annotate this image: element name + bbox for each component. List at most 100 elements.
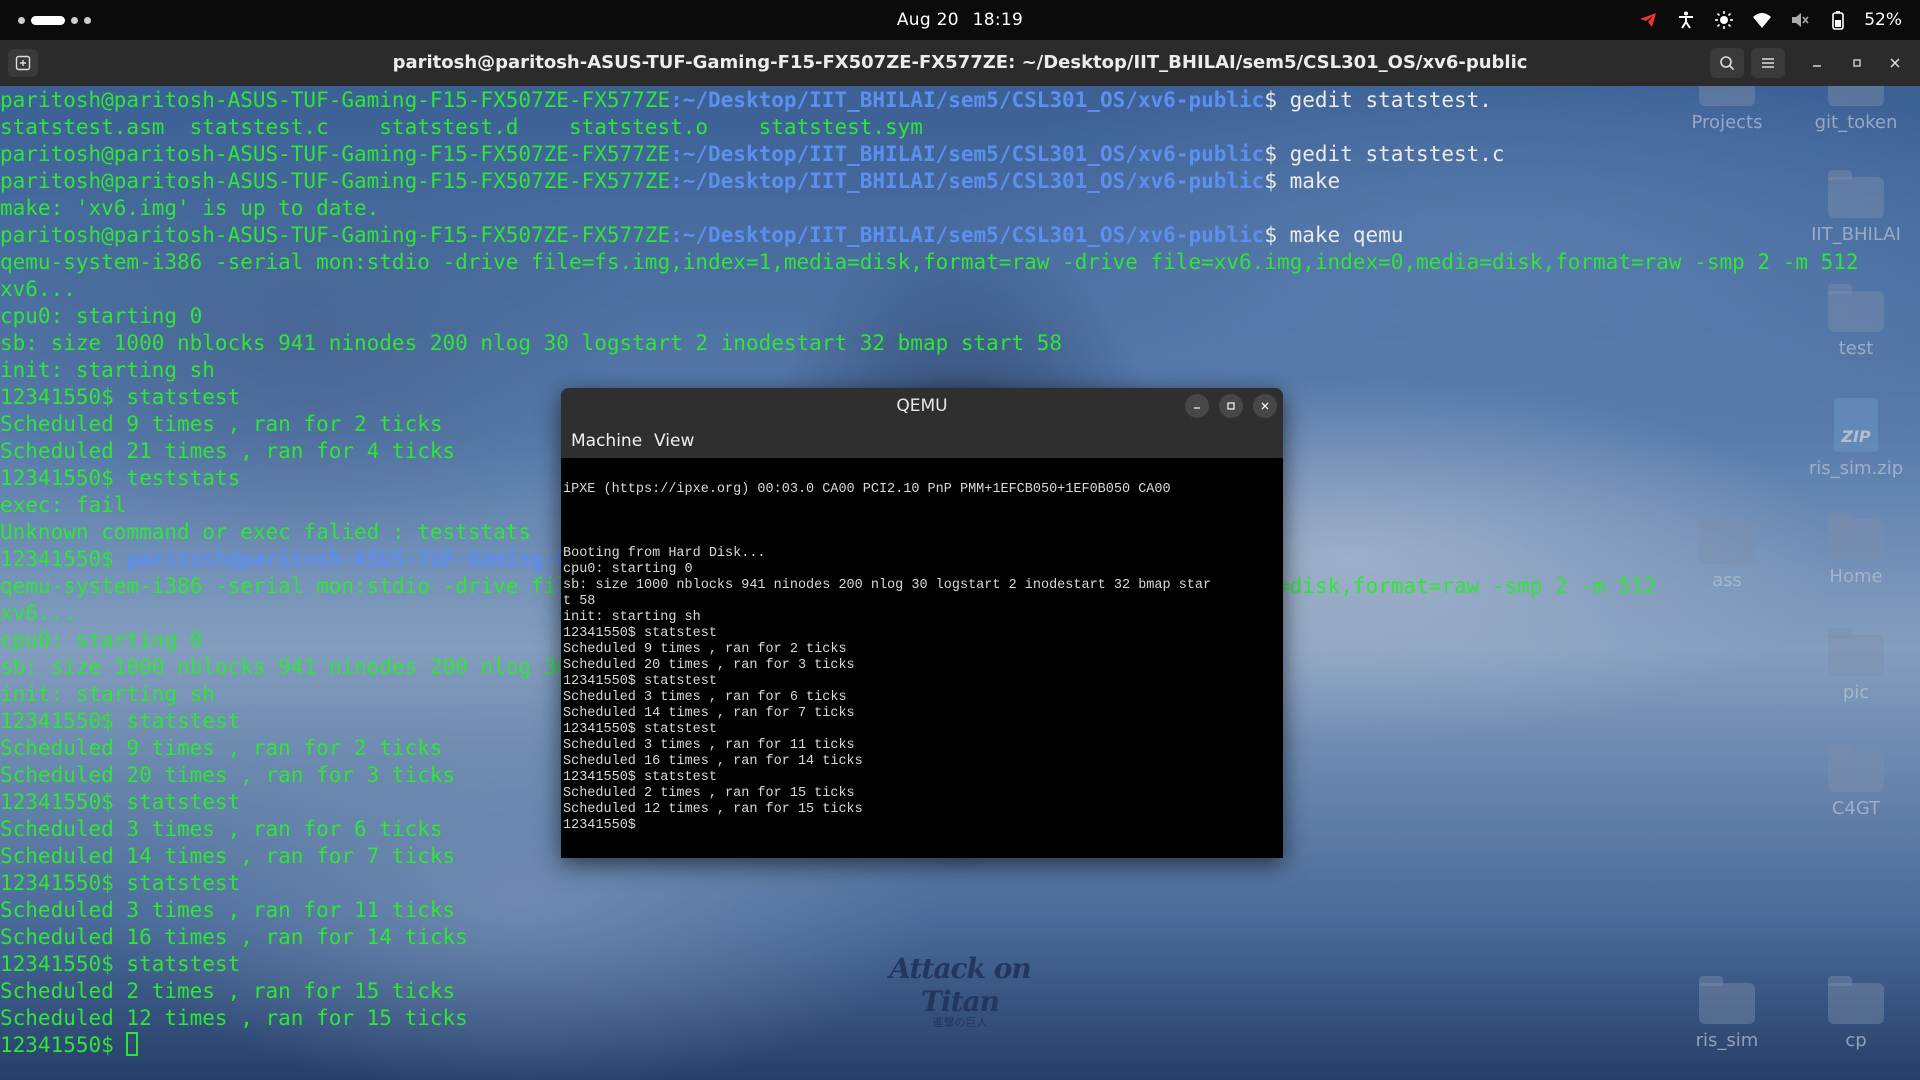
qemu-maximize-button[interactable] <box>1219 394 1243 418</box>
maximize-button[interactable] <box>1846 52 1868 74</box>
qemu-vm-display[interactable]: iPXE (https://ipxe.org) 00:03.0 CA00 PCI… <box>561 458 1283 858</box>
qemu-title-bar[interactable]: QEMU <box>561 388 1283 424</box>
line-text: qemu-system-i386 -serial mon:stdio -driv… <box>0 250 1859 274</box>
qemu-console-line: cpu0: starting 0 <box>563 562 693 577</box>
line-text: sb: size 1000 nblocks 941 ninodes 200 nl… <box>0 331 1063 355</box>
prompt-user: paritosh@paritosh-ASUS-TUF-Gaming-F15-FX… <box>0 88 671 112</box>
terminal-line: xv6... <box>0 276 1859 303</box>
terminal-line: statstest.asm statstest.c statstest.d st… <box>0 114 1859 141</box>
line-text: 12341550$ statstest <box>0 952 241 976</box>
qemu-console-line: sb: size 1000 nblocks 941 ninodes 200 nl… <box>563 578 1212 593</box>
menu-view[interactable]: View <box>654 424 694 458</box>
line-text: Scheduled 12 times , ran for 15 ticks <box>0 1006 468 1030</box>
qemu-title: QEMU <box>896 396 948 416</box>
clock-time: 18:19 <box>972 10 1024 30</box>
prompt-user: paritosh@paritosh-ASUS-TUF-Gaming-F15 <box>126 547 595 571</box>
prompt-command: $ make <box>1264 169 1341 193</box>
line-text: Scheduled 9 times , ran for 2 ticks <box>0 736 443 760</box>
prompt-user: paritosh@paritosh-ASUS-TUF-Gaming-F15-FX… <box>0 142 671 166</box>
volume-muted-icon[interactable] <box>1788 8 1812 32</box>
line-text: Scheduled 20 times , ran for 3 ticks <box>0 763 456 787</box>
minimize-icon <box>1194 407 1200 409</box>
clock-date: Aug 20 <box>896 10 959 30</box>
line-text: Scheduled 16 times , ran for 14 ticks <box>0 925 468 949</box>
line-text: sb: size 1000 nblocks 941 ninodes 200 nl… <box>0 655 569 679</box>
line-text: 12341550$ statstest <box>0 385 241 409</box>
qemu-console-line: Booting from Hard Disk... <box>563 546 766 561</box>
text-cursor[interactable] <box>126 1032 139 1056</box>
minimize-button[interactable] <box>1806 52 1828 74</box>
prompt-path: :~/Desktop/IIT_BHILAI/sem5/CSL301_OS/xv6… <box>670 223 1265 247</box>
clock[interactable]: Aug 20 18:19 <box>0 0 1920 40</box>
telegram-icon[interactable] <box>1636 8 1660 32</box>
input-prompt: 12341550$ <box>0 1033 127 1057</box>
search-icon <box>1720 56 1735 71</box>
terminal-line: make: 'xv6.img' is up to date. <box>0 195 1859 222</box>
line-text: Scheduled 3 times , ran for 6 ticks <box>0 817 443 841</box>
qemu-console-line: Scheduled 2 times , ran for 15 ticks <box>563 786 855 801</box>
close-button[interactable] <box>1884 52 1906 74</box>
qemu-console-line: Scheduled 3 times , ran for 11 ticks <box>563 738 855 753</box>
prompt-command: $ make qemu <box>1264 223 1404 247</box>
qemu-console-line: Scheduled 3 times , ran for 6 ticks <box>563 690 847 705</box>
qemu-console-line: Scheduled 14 times , ran for 7 ticks <box>563 706 855 721</box>
line-text: Unknown command or exec falied : teststa… <box>0 520 532 544</box>
prompt-command: $ gedit statstest.c <box>1264 142 1505 166</box>
line-text: Scheduled 14 times , ran for 7 ticks <box>0 844 456 868</box>
prompt-path: :~/Desktop/IIT_BHILAI/sem5/CSL301_OS/xv6… <box>670 88 1265 112</box>
hamburger-icon <box>1762 58 1774 68</box>
qemu-console-line: 12341550$ <box>563 818 636 833</box>
close-icon <box>1261 402 1269 410</box>
line-text: Scheduled 21 times , ran for 4 ticks <box>0 439 456 463</box>
prompt-user: paritosh@paritosh-ASUS-TUF-Gaming-F15-FX… <box>0 223 671 247</box>
line-text: 12341550$ teststats <box>0 466 241 490</box>
minimize-icon <box>1813 65 1821 67</box>
search-button[interactable] <box>1710 48 1744 78</box>
battery-percent: 52% <box>1864 10 1902 30</box>
qemu-console-line: 12341550$ statstest <box>563 626 717 641</box>
line-text: init: starting sh <box>0 358 215 382</box>
terminal-line: paritosh@paritosh-ASUS-TUF-Gaming-F15-FX… <box>0 141 1859 168</box>
terminal-line: paritosh@paritosh-ASUS-TUF-Gaming-F15-FX… <box>0 222 1859 249</box>
terminal-line: sb: size 1000 nblocks 941 ninodes 200 nl… <box>0 330 1859 357</box>
line-text: 12341550$ statstest <box>0 709 241 733</box>
terminal-line: paritosh@paritosh-ASUS-TUF-Gaming-F15-FX… <box>0 168 1859 195</box>
qemu-console-line: t 58 <box>563 594 596 609</box>
qemu-console-line <box>563 530 1211 546</box>
menu-button[interactable] <box>1751 48 1785 78</box>
qemu-minimize-button[interactable] <box>1185 394 1209 418</box>
qemu-console-line: 12341550$ statstest <box>563 674 717 689</box>
qemu-console-line: 12341550$ statstest <box>563 770 717 785</box>
terminal-header-bar[interactable]: paritosh@paritosh-ASUS-TUF-Gaming-F15-FX… <box>0 40 1920 86</box>
line-text: init: starting sh <box>0 682 215 706</box>
terminal-line: init: starting sh <box>0 357 1859 384</box>
qemu-console-line: iPXE (https://ipxe.org) 00:03.0 CA00 PCI… <box>563 482 1171 497</box>
brightness-icon[interactable] <box>1712 8 1736 32</box>
line-text: statstest.asm statstest.c statstest.d st… <box>0 115 923 139</box>
menu-machine[interactable]: Machine <box>571 424 642 458</box>
qemu-console-line: init: starting sh <box>563 610 701 625</box>
terminal-line: 12341550$ statstest <box>0 870 1859 897</box>
terminal-line: 12341550$ <box>0 1032 1859 1059</box>
qemu-console-line <box>563 498 1211 514</box>
accessibility-icon[interactable] <box>1674 8 1698 32</box>
prompt-path: :~/Desktop/IIT_BHILAI/sem5/CSL301_OS/xv6… <box>670 142 1265 166</box>
terminal-line: paritosh@paritosh-ASUS-TUF-Gaming-F15-FX… <box>0 87 1859 114</box>
qemu-console-line: Scheduled 20 times , ran for 3 ticks <box>563 658 855 673</box>
qemu-console-line <box>563 514 1211 530</box>
line-text: exec: fail <box>0 493 127 517</box>
qemu-console-line: Scheduled 16 times , ran for 14 ticks <box>563 754 863 769</box>
terminal-line: Scheduled 2 times , ran for 15 ticks <box>0 978 1859 1005</box>
wifi-icon[interactable] <box>1750 8 1774 32</box>
terminal-line: Scheduled 16 times , ran for 14 ticks <box>0 924 1859 951</box>
line-text: Scheduled 3 times , ran for 11 ticks <box>0 898 456 922</box>
line-text: 12341550$ statstest <box>0 871 241 895</box>
terminal-line: qemu-system-i386 -serial mon:stdio -driv… <box>0 249 1859 276</box>
qemu-window[interactable]: QEMU Machine View iPXE (https://ipxe.org… <box>561 388 1283 858</box>
qemu-close-button[interactable] <box>1253 394 1277 418</box>
battery-icon[interactable] <box>1826 8 1850 32</box>
close-icon <box>1890 58 1900 68</box>
line-text: 12341550$ <box>0 547 127 571</box>
system-tray[interactable]: 52% <box>1636 0 1902 40</box>
qemu-console-line: Scheduled 9 times , ran for 2 ticks <box>563 642 847 657</box>
